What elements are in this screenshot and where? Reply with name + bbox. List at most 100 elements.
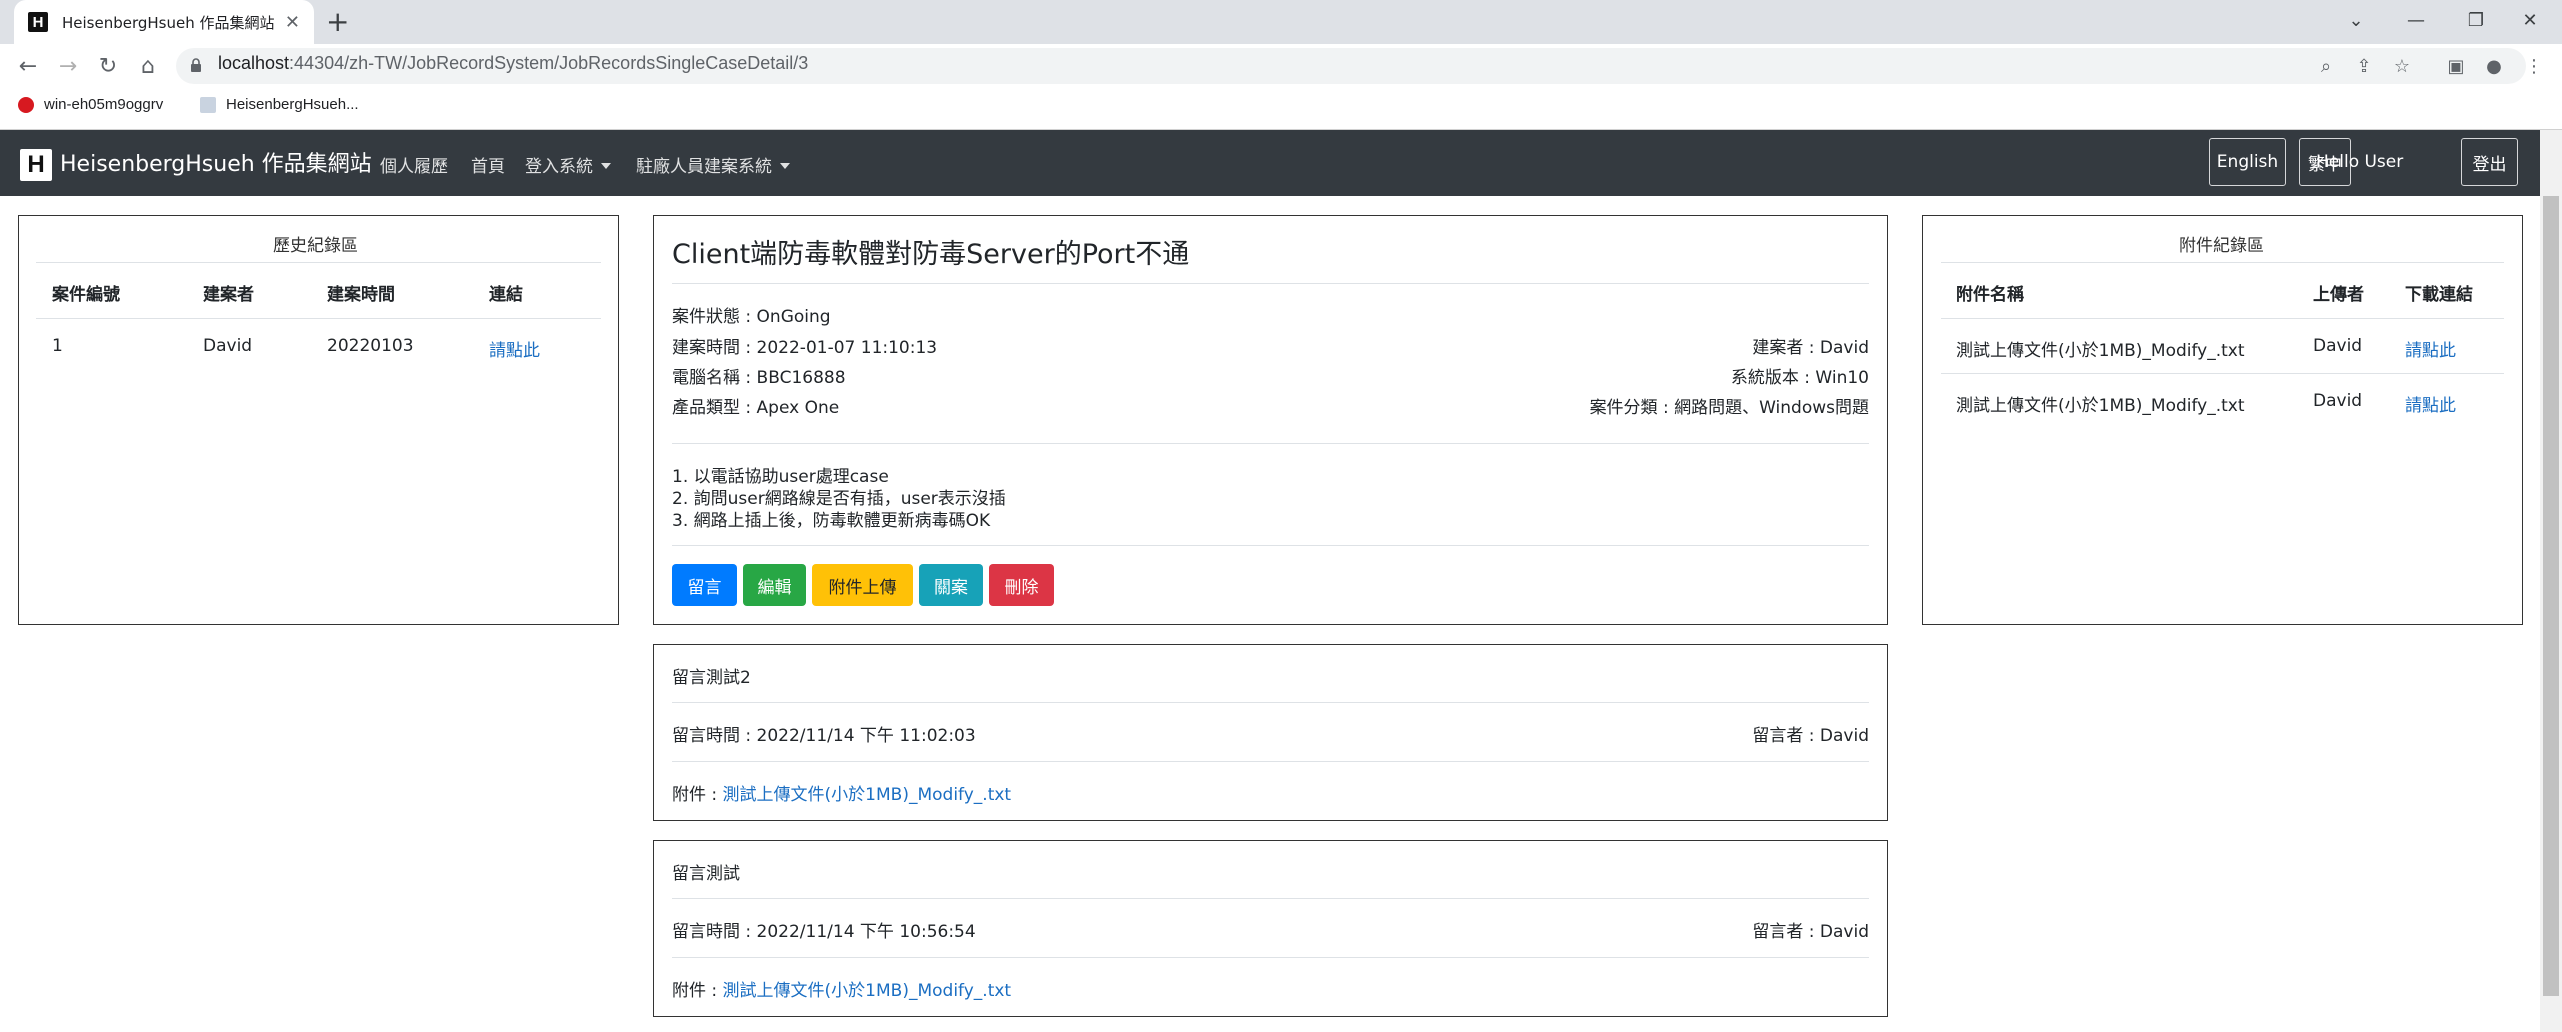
- history-row-time: 20220103: [327, 336, 414, 356]
- divider: [672, 957, 1869, 958]
- scrollbar-thumb[interactable]: [2543, 196, 2559, 996]
- comment-attachment-link[interactable]: 測試上傳文件(小於1MB)_Modify_.txt: [723, 785, 1012, 805]
- bookmark-item-1[interactable]: win-eh05m9oggrv: [18, 96, 163, 113]
- case-product: 產品類型 : Apex One: [672, 393, 839, 418]
- home-icon[interactable]: ⌂: [132, 50, 164, 82]
- comment-attachment: 附件 : 測試上傳文件(小於1MB)_Modify_.txt: [672, 780, 1011, 805]
- divider: [672, 443, 1869, 444]
- case-product-label: 產品類型 :: [672, 398, 757, 418]
- back-icon[interactable]: ←: [12, 50, 44, 82]
- close-case-button[interactable]: 關案: [919, 564, 983, 606]
- forward-icon[interactable]: →: [52, 50, 84, 82]
- profile-avatar-icon[interactable]: ●: [2478, 50, 2510, 82]
- comment-attachment-label: 附件 :: [672, 981, 723, 1001]
- new-tab-icon[interactable]: +: [326, 6, 349, 38]
- bookmark-label: win-eh05m9oggrv: [44, 96, 164, 113]
- case-os: 系統版本 : Win10: [1731, 363, 1869, 388]
- comment-time-label: 留言時間 :: [672, 922, 757, 942]
- case-os-label: 系統版本 :: [1730, 368, 1816, 388]
- menu-dots-icon[interactable]: ⋮: [2518, 50, 2550, 82]
- comment-title: 留言測試: [672, 864, 740, 884]
- comment-attachment-label: 附件 :: [672, 785, 723, 805]
- attachments-header-download: 下載連結: [2405, 285, 2473, 305]
- divider: [672, 545, 1869, 546]
- side-panel-icon[interactable]: ▣: [2440, 50, 2472, 82]
- case-created-value: 2022-01-07 11:10:13: [756, 338, 938, 358]
- brand-title[interactable]: HeisenbergHsueh 作品集網站: [60, 146, 372, 178]
- nav-case-system-dropdown[interactable]: 駐廠人員建案系統: [636, 152, 790, 177]
- caret-down-icon: [601, 163, 611, 169]
- hello-user-text: Hello User: [2316, 152, 2404, 172]
- comment-button[interactable]: 留言: [672, 564, 737, 606]
- attachments-panel-title: 附件紀錄區: [2179, 236, 2264, 256]
- nav-login-dropdown[interactable]: 登入系統: [525, 152, 611, 177]
- browser-tab[interactable]: H HeisenbergHsueh 作品集網站 ✕: [14, 0, 314, 44]
- upload-attachment-button[interactable]: 附件上傳: [812, 564, 913, 606]
- brand-logo-icon[interactable]: H: [20, 149, 52, 181]
- case-creator-value: David: [1819, 338, 1869, 358]
- comment-author-value: David: [1819, 922, 1869, 942]
- case-creator-label: 建案者 :: [1752, 338, 1820, 358]
- case-status-label: 案件狀態 :: [672, 307, 757, 327]
- nav-home[interactable]: 首頁: [471, 152, 505, 177]
- comment-time-label: 留言時間 :: [672, 726, 757, 746]
- comment-time-value: 2022/11/14 下午 10:56:54: [756, 922, 976, 942]
- case-category-label: 案件分類 : 網路問題、: [1589, 398, 1760, 418]
- case-creator: 建案者 : David: [1752, 333, 1869, 358]
- divider: [1941, 373, 2504, 374]
- trendmicro-icon: [18, 96, 34, 113]
- case-pc-value: BBC16888: [756, 368, 846, 388]
- divider: [672, 283, 1869, 284]
- attachments-header-name: 附件名稱: [1956, 285, 2024, 305]
- case-os-value: Win10: [1815, 368, 1869, 388]
- delete-button[interactable]: 刪除: [989, 564, 1054, 606]
- minimize-icon[interactable]: —: [2386, 0, 2446, 40]
- case-status: 案件狀態 : OnGoing: [672, 302, 831, 327]
- reload-icon[interactable]: ↻: [92, 50, 124, 82]
- caret-down-icon: [780, 163, 790, 169]
- url-host: localhost: [218, 53, 290, 73]
- history-header-time: 建案時間: [327, 285, 395, 305]
- attachment-row-uploader: David: [2313, 336, 2363, 356]
- comment-author: 留言者 : David: [1752, 917, 1869, 942]
- comment-author-label: 留言者 :: [1752, 726, 1820, 746]
- bookmark-label: HeisenbergHsueh...: [226, 96, 359, 113]
- history-header-link: 連結: [489, 285, 523, 305]
- divider: [1941, 318, 2504, 319]
- case-status-value: OnGoing: [756, 307, 831, 327]
- attachment-row-name: 測試上傳文件(小於1MB)_Modify_.txt: [1956, 341, 2245, 361]
- case-created: 建案時間 : 2022-01-07 11:10:13: [672, 333, 937, 358]
- tab-search-chevron-icon[interactable]: ⌄: [2326, 0, 2386, 40]
- window-close-icon[interactable]: ✕: [2500, 0, 2560, 40]
- comment-author: 留言者 : David: [1752, 721, 1869, 746]
- comment-attachment-link[interactable]: 測試上傳文件(小於1MB)_Modify_.txt: [723, 981, 1012, 1001]
- attachment-row-name: 測試上傳文件(小於1MB)_Modify_.txt: [1956, 396, 2245, 416]
- nav-resume[interactable]: 個人履歷: [380, 152, 448, 177]
- attachment-row-download-link[interactable]: 請點此: [2405, 391, 2456, 416]
- logout-button[interactable]: 登出: [2461, 138, 2518, 186]
- history-row-link[interactable]: 請點此: [489, 336, 540, 361]
- case-pc-name: 電腦名稱 : BBC16888: [672, 363, 846, 388]
- case-step-3: 3. 網路上插上後，防毒軟體更新病毒碼OK: [672, 511, 991, 531]
- zoom-icon[interactable]: ⌕: [2310, 50, 2342, 82]
- case-category: 案件分類 : 網路問題、Windows問題: [1590, 393, 1869, 418]
- bookmark-star-icon[interactable]: ☆: [2386, 50, 2418, 82]
- attachment-row-download-link[interactable]: 請點此: [2405, 336, 2456, 361]
- comment-time: 留言時間 : 2022/11/14 下午 11:02:03: [672, 721, 976, 746]
- tab-close-icon[interactable]: ✕: [285, 12, 300, 33]
- lang-english-button[interactable]: English: [2209, 138, 2286, 186]
- case-pc-label: 電腦名稱 :: [672, 368, 757, 388]
- bookmark-item-2[interactable]: HeisenbergHsueh...: [200, 96, 359, 113]
- history-header-id: 案件編號: [52, 285, 120, 305]
- case-category-value: Windows問題: [1759, 398, 1869, 418]
- restore-icon[interactable]: ❐: [2446, 0, 2506, 40]
- history-header-creator: 建案者: [203, 285, 254, 305]
- divider: [672, 761, 1869, 762]
- comment-author-label: 留言者 :: [1752, 922, 1820, 942]
- url-text[interactable]: localhost:44304/zh-TW/JobRecordSystem/Jo…: [218, 53, 808, 74]
- edit-button[interactable]: 編輯: [743, 564, 806, 606]
- share-icon[interactable]: ⇪: [2348, 50, 2380, 82]
- case-created-label: 建案時間 :: [672, 338, 757, 358]
- lock-icon: [191, 58, 201, 72]
- comment-attachment: 附件 : 測試上傳文件(小於1MB)_Modify_.txt: [672, 976, 1011, 1001]
